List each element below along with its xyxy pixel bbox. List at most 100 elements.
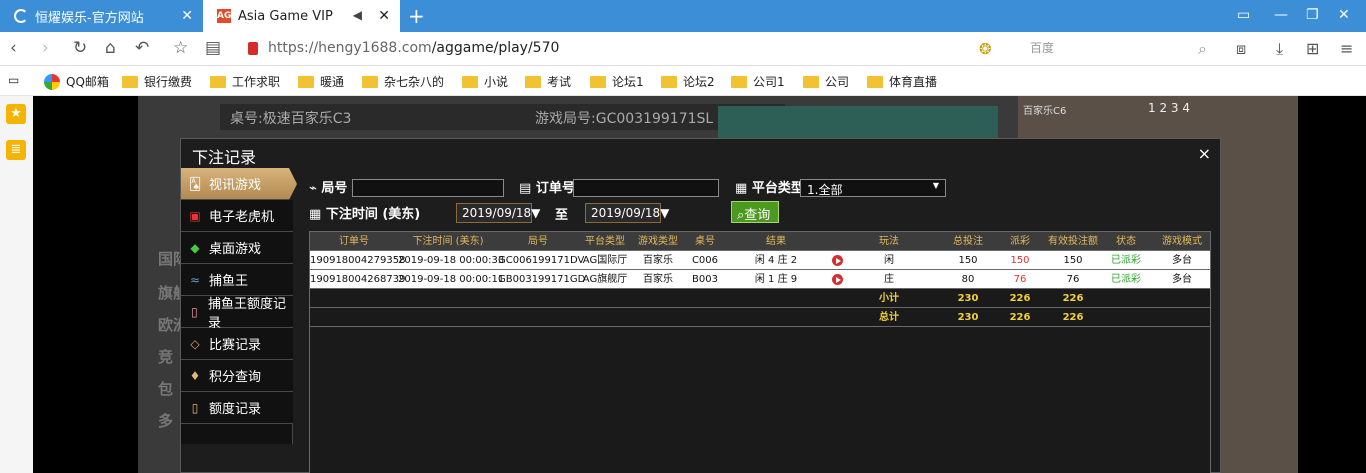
bookmark-folder[interactable]: 公司	[803, 73, 849, 90]
doc-icon: ▯	[191, 304, 198, 319]
dialog-title: 下注记录	[192, 148, 257, 167]
folder-icon	[462, 75, 478, 88]
speaker-mute-icon[interactable]: ◀	[353, 8, 362, 22]
bookmark-folder[interactable]: 银行缴费	[122, 73, 192, 90]
menu-item-fishing[interactable]: ≈ 捕鱼王	[181, 264, 293, 296]
menu-item-credit-records[interactable]: ▯ 额度记录	[181, 392, 293, 424]
platform-select[interactable]: 1.全部 ▼	[800, 179, 946, 197]
bookmark-folder[interactable]: 小说	[462, 73, 508, 90]
play-replay-icon[interactable]	[832, 255, 843, 266]
ag-favicon-icon: AG	[217, 9, 232, 23]
search-icon[interactable]: ⌕	[1198, 39, 1207, 59]
folder-icon	[210, 75, 226, 88]
download-icon[interactable]: ⤓	[1276, 39, 1283, 59]
bookmark-folder[interactable]: 论坛2	[661, 73, 715, 90]
back-icon[interactable]: ‹	[10, 38, 17, 58]
bet-time-label: ▦ 下注时间 (美东)	[309, 207, 421, 222]
menu-item-table-games[interactable]: ◆ 桌面游戏	[181, 232, 293, 264]
reload-icon[interactable]: ↻	[73, 38, 87, 58]
lock-icon	[248, 42, 258, 55]
bookmark-folder[interactable]: 暖通	[298, 73, 344, 90]
table-row[interactable]: 190918004279358 2019-09-18 00:00:33 GC00…	[310, 251, 1210, 270]
order-input[interactable]	[573, 179, 719, 197]
bg-label: 包	[158, 380, 174, 398]
subtotal-row: 小计 230 226 226	[310, 289, 1210, 308]
to-label: 至	[555, 208, 569, 223]
minimize-icon[interactable]: —	[1274, 7, 1288, 23]
tab-hengyao[interactable]: 恒燿娱乐-官方网站 ✕	[0, 0, 203, 32]
video-numbers: 1 2 3 4	[1148, 101, 1190, 115]
chip-icon: ◆	[190, 240, 200, 255]
tab-close-icon[interactable]: ✕	[378, 8, 390, 24]
bookmarks-bar: ▭ QQ邮箱 银行缴费 工作求职 暖通 杂七杂八的 小说 考试 论坛1 论坛2 …	[0, 66, 1366, 96]
cards-icon: 🂡	[188, 176, 202, 191]
folder-icon	[803, 75, 819, 88]
sidebar-toggle-icon[interactable]: ▭	[1237, 7, 1250, 23]
bookmark-folder[interactable]: 杂七杂八的	[362, 73, 444, 90]
bookmark-folder[interactable]: 考试	[525, 73, 571, 90]
ticket-icon: ◇	[190, 336, 200, 351]
folder-icon	[122, 75, 138, 88]
star-icon[interactable]: ☆	[173, 38, 188, 58]
favorites-star-icon[interactable]: ★	[6, 104, 26, 124]
bookmark-folder[interactable]: 工作求职	[210, 73, 280, 90]
tab-title: 恒燿娱乐-官方网站	[35, 10, 144, 26]
url-input[interactable]: https://hengy1688.com/aggame/play/570	[268, 40, 559, 56]
folder-icon	[525, 75, 541, 88]
menu-filler	[181, 424, 293, 444]
url-path: /aggame/play/570	[431, 40, 560, 56]
tab-asia-game-vip[interactable]: AG Asia Game VIP ◀ ✕	[203, 0, 400, 32]
table-row[interactable]: 190918004268739 2019-09-18 00:00:11 GB00…	[310, 270, 1210, 289]
play-replay-icon[interactable]	[832, 274, 843, 285]
bet-records-table: 订单号 下注时间 (美东) 局号 平台类型 游戏类型 桌号 结果 玩法 总投注 …	[309, 231, 1211, 473]
loading-icon	[14, 9, 28, 23]
total-row: 总计 230 226 226	[310, 308, 1210, 327]
dialog-close-button[interactable]: ×	[1198, 144, 1211, 163]
order-label: ▤ 订单号	[519, 181, 575, 196]
video-label: 百家乐C6	[1023, 106, 1067, 117]
query-button[interactable]: ⌕查询	[731, 201, 779, 223]
table-name: 桌号:极速百家乐C3	[230, 111, 352, 127]
menu-item-points[interactable]: ♦ 积分查询	[181, 360, 293, 392]
home-icon[interactable]: ⌂	[105, 38, 116, 58]
date-from-input[interactable]: 2019/09/18▼	[456, 203, 540, 223]
slot-icon: ▣	[189, 208, 201, 223]
bookmark-folder[interactable]: 论坛1	[590, 73, 644, 90]
bg-label: 多	[158, 412, 174, 430]
qq-icon	[44, 73, 60, 90]
tab-close-icon[interactable]: ✕	[181, 8, 193, 24]
window-close-icon[interactable]: ✕	[1338, 7, 1350, 23]
bookmark-folder[interactable]: 体育直播	[867, 73, 937, 90]
folder-icon	[590, 75, 606, 88]
menu-item-match-records[interactable]: ◇ 比赛记录	[181, 328, 293, 360]
game-header: 桌号:极速百家乐C3 游戏局号:GC003199171SL	[220, 104, 785, 130]
bookmark-folder[interactable]: 公司1	[731, 73, 785, 90]
notes-icon[interactable]: ≣	[6, 140, 26, 160]
menu-item-fishing-credit[interactable]: ▯ 捕鱼王额度记录	[181, 296, 293, 331]
browser-sidebar: ★ ≣	[0, 96, 33, 473]
folder-icon	[298, 75, 314, 88]
tab-title: Asia Game VIP	[238, 8, 333, 24]
menu-item-live-games[interactable]: 🂡 视讯游戏	[181, 168, 297, 200]
reader-icon[interactable]: ▤	[205, 38, 221, 58]
bee-icon[interactable]: ❂	[979, 40, 992, 58]
screenshot-icon[interactable]: ⧈	[1236, 39, 1246, 59]
undo-icon[interactable]: ↶	[135, 38, 149, 58]
forward-icon[interactable]: ›	[42, 38, 49, 58]
new-tab-icon[interactable]: +	[408, 4, 425, 28]
apps-icon[interactable]: ⊞	[1306, 39, 1319, 58]
date-to-input[interactable]: 2019/09/18▼	[585, 203, 669, 223]
menu-icon[interactable]: ≡	[1340, 39, 1353, 58]
browser-tabbar: 恒燿娱乐-官方网站 ✕ AG Asia Game VIP ◀ ✕ + ▭ — ❐…	[0, 0, 1366, 32]
fish-icon: ≈	[189, 272, 201, 287]
record-type-menu: 🂡 视讯游戏 ▣ 电子老虎机 ◆ 桌面游戏 ≈ 捕鱼王 ▯ 捕鱼王额度记录 ◇ 比赛记录 ♦…	[181, 168, 297, 424]
folder-icon	[731, 75, 747, 88]
restore-icon[interactable]: ❐	[1306, 7, 1319, 23]
folder-icon	[867, 75, 883, 88]
search-input[interactable]: 百度	[1030, 39, 1220, 59]
bookmark-qqmail[interactable]: QQ邮箱	[44, 73, 109, 90]
menu-item-slots[interactable]: ▣ 电子老虎机	[181, 200, 293, 232]
round-input[interactable]	[352, 179, 504, 197]
chevron-down-icon: ▼	[932, 181, 939, 190]
bookmarks-toggle-icon[interactable]: ▭	[8, 73, 19, 87]
